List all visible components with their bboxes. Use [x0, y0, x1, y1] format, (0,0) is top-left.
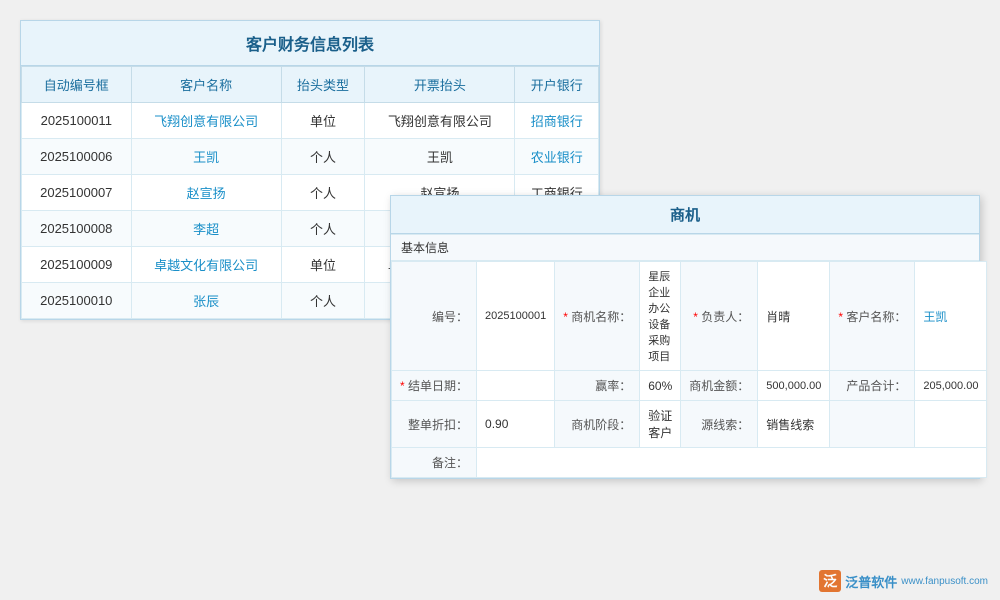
note-label: 备注：: [392, 448, 477, 478]
table-row: 编号： 2025100001 商机名称： 星辰企业办公设备采购项目 负责人： 肖…: [392, 262, 987, 371]
popup-info-table: 编号： 2025100001 商机名称： 星辰企业办公设备采购项目 负责人： 肖…: [391, 261, 987, 478]
close-date-label: 结单日期：: [392, 371, 477, 401]
popup-title: 商机: [391, 196, 979, 234]
note-value: [477, 448, 987, 478]
main-panel-title: 客户财务信息列表: [21, 21, 599, 66]
stage-label: 商机阶段：: [555, 401, 640, 448]
product-total-value: 205,000.00: [915, 371, 987, 401]
cell-invoice: 王凯: [365, 139, 515, 175]
discount-label: 整单折扣：: [392, 401, 477, 448]
win-rate-label: 赢率：: [555, 371, 640, 401]
cell-type: 个人: [281, 139, 364, 175]
table-row: 2025100011飞翔创意有限公司单位飞翔创意有限公司招商银行: [22, 103, 599, 139]
watermark: 泛 泛普软件 www.fanpusoft.com: [819, 570, 988, 592]
cell-id: 2025100008: [22, 211, 132, 247]
col-header-id: 自动编号框: [22, 67, 132, 103]
cell-bank[interactable]: 农业银行: [515, 139, 599, 175]
cell-name[interactable]: 李超: [131, 211, 281, 247]
watermark-url: www.fanpusoft.com: [901, 576, 988, 587]
amount-label: 商机金额：: [681, 371, 758, 401]
cell-id: 2025100007: [22, 175, 132, 211]
popup-panel: 商机 基本信息 编号： 2025100001 商机名称： 星辰企业办公设备采购项…: [390, 195, 980, 479]
cell-invoice: 飞翔创意有限公司: [365, 103, 515, 139]
customer-value[interactable]: 王凯: [915, 262, 987, 371]
cell-name[interactable]: 王凯: [131, 139, 281, 175]
cell-id: 2025100010: [22, 283, 132, 319]
watermark-brand: 泛普软件: [845, 572, 897, 591]
discount-value: 0.90: [477, 401, 555, 448]
cell-name[interactable]: 赵宣扬: [131, 175, 281, 211]
watermark-logo: 泛: [819, 570, 841, 592]
cell-name[interactable]: 张辰: [131, 283, 281, 319]
cell-id: 2025100009: [22, 247, 132, 283]
col-header-name: 客户名称: [131, 67, 281, 103]
table-row: 结单日期： 赢率： 60% 商机金额： 500,000.00 产品合计： 205…: [392, 371, 987, 401]
table-row: 2025100006王凯个人王凯农业银行: [22, 139, 599, 175]
cell-name[interactable]: 飞翔创意有限公司: [131, 103, 281, 139]
cell-type: 单位: [281, 247, 364, 283]
source-label: 源线索：: [681, 401, 758, 448]
col-header-bank: 开户银行: [515, 67, 599, 103]
code-label: 编号：: [392, 262, 477, 371]
cell-id: 2025100011: [22, 103, 132, 139]
win-rate-value: 60%: [640, 371, 681, 401]
customer-label: 客户名称：: [830, 262, 915, 371]
cell-type: 个人: [281, 175, 364, 211]
source-value: 销售线索: [758, 401, 830, 448]
cell-name[interactable]: 卓越文化有限公司: [131, 247, 281, 283]
opportunity-name-label: 商机名称：: [555, 262, 640, 371]
table-row: 备注：: [392, 448, 987, 478]
close-date-value: [477, 371, 555, 401]
owner-label: 负责人：: [681, 262, 758, 371]
cell-type: 个人: [281, 283, 364, 319]
opportunity-name-value: 星辰企业办公设备采购项目: [640, 262, 681, 371]
cell-type: 个人: [281, 211, 364, 247]
col-header-type: 抬头类型: [281, 67, 364, 103]
table-header-row: 自动编号框 客户名称 抬头类型 开票抬头 开户银行: [22, 67, 599, 103]
stage-value: 验证客户: [640, 401, 681, 448]
product-total-label: 产品合计：: [830, 371, 915, 401]
code-value: 2025100001: [477, 262, 555, 371]
amount-value: 500,000.00: [758, 371, 830, 401]
owner-value: 肖晴: [758, 262, 830, 371]
cell-bank[interactable]: 招商银行: [515, 103, 599, 139]
section-basic-info: 基本信息: [391, 234, 979, 261]
cell-type: 单位: [281, 103, 364, 139]
col-header-invoice: 开票抬头: [365, 67, 515, 103]
table-row: 整单折扣： 0.90 商机阶段： 验证客户 源线索： 销售线索: [392, 401, 987, 448]
cell-id: 2025100006: [22, 139, 132, 175]
